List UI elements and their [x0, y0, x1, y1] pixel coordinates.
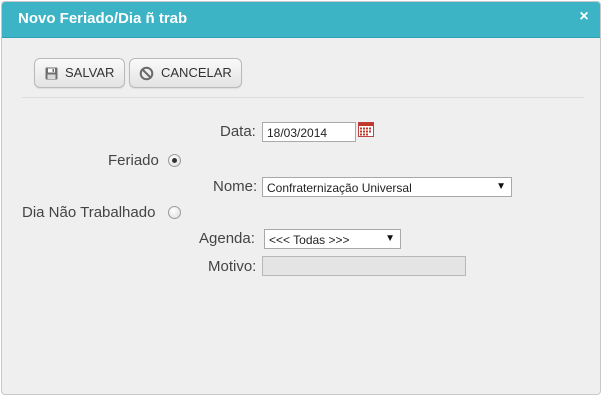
- date-field-value: 18/03/2014: [267, 126, 328, 140]
- feriado-label: Feriado: [108, 152, 159, 169]
- dialog-titlebar[interactable]: Novo Feriado/Dia ñ trab ×: [2, 2, 600, 38]
- nome-label: Nome:: [213, 178, 258, 195]
- save-button-label: SALVAR: [65, 65, 115, 80]
- agenda-label: Agenda:: [199, 230, 255, 247]
- toolbar: SALVAR CANCELAR: [22, 40, 584, 98]
- agenda-select[interactable]: <<< Todas >>> ▼: [264, 229, 401, 249]
- motivo-label: Motivo:: [208, 258, 257, 275]
- chevron-down-icon: ▼: [385, 233, 395, 244]
- radio-selected-dot: [172, 158, 177, 163]
- data-label: Data:: [220, 123, 256, 140]
- agenda-select-value: <<< Todas >>>: [269, 233, 350, 247]
- dialog-title: Novo Feriado/Dia ñ trab: [18, 10, 188, 27]
- nome-select[interactable]: Confraternização Universal ▼: [262, 177, 512, 197]
- dia-nao-trabalhado-radio[interactable]: [168, 206, 181, 219]
- date-field[interactable]: 18/03/2014: [262, 122, 356, 142]
- nome-select-value: Confraternização Universal: [267, 181, 412, 195]
- feriado-radio[interactable]: [168, 154, 181, 167]
- save-button[interactable]: SALVAR: [34, 58, 125, 88]
- chevron-down-icon: ▼: [496, 181, 506, 192]
- cancel-circle-icon: [139, 66, 154, 81]
- close-icon[interactable]: ×: [576, 9, 592, 25]
- calendar-icon[interactable]: [358, 122, 374, 137]
- floppy-disk-icon: [45, 67, 58, 80]
- dia-nao-trabalhado-label: Dia Não Trabalhado: [22, 204, 156, 221]
- cancel-button[interactable]: CANCELAR: [129, 58, 242, 88]
- new-holiday-dialog: Novo Feriado/Dia ñ trab × SALVAR CANCELA…: [1, 1, 601, 395]
- cancel-button-label: CANCELAR: [161, 65, 232, 80]
- motivo-field[interactable]: [262, 256, 466, 276]
